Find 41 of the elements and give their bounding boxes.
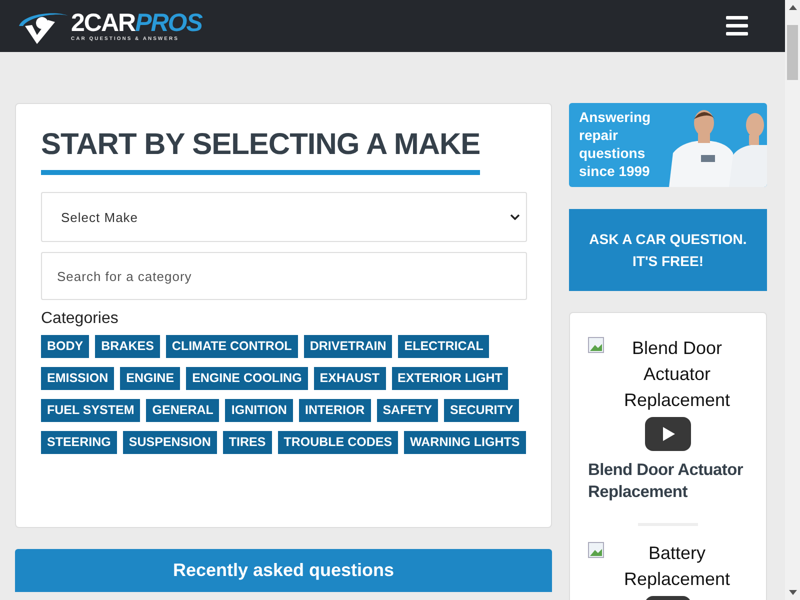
- scrollbar-thumb[interactable]: [787, 25, 798, 80]
- logo-wordmark[interactable]: 2CARPROS: [71, 10, 202, 36]
- scroll-up-icon[interactable]: [788, 5, 796, 10]
- page-heading: START BY SELECTING A MAKE: [41, 128, 480, 175]
- category-tag[interactable]: BRAKES: [95, 335, 160, 358]
- category-tag[interactable]: BODY: [41, 335, 90, 358]
- category-tag[interactable]: ENGINE COOLING: [186, 367, 308, 390]
- category-tag[interactable]: ELECTRICAL: [398, 335, 490, 358]
- menu-icon[interactable]: [726, 16, 748, 36]
- category-tag[interactable]: EXHAUST: [314, 367, 386, 390]
- categories-label: Categories: [41, 310, 120, 328]
- make-select[interactable]: Select Make: [41, 192, 527, 242]
- category-tag[interactable]: DRIVETRAIN: [304, 335, 392, 358]
- category-tag[interactable]: ENGINE: [120, 367, 180, 390]
- category-tag[interactable]: INTERIOR: [298, 399, 371, 422]
- broken-image-icon: [588, 542, 604, 558]
- recent-questions-header: Recently asked questions: [15, 549, 552, 592]
- category-tag[interactable]: SAFETY: [376, 399, 438, 422]
- ask-question-button[interactable]: ASK A CAR QUESTION. IT'S FREE!: [569, 209, 767, 291]
- chevron-icon: [510, 214, 520, 220]
- video-thumbnail-alt-text: Battery Replacement: [622, 542, 732, 591]
- video-thumbnail-alt-text: Blend Door Actuator Replacement: [622, 337, 732, 412]
- category-tag[interactable]: EMISSION: [41, 367, 114, 390]
- category-tag[interactable]: FUEL SYSTEM: [41, 399, 140, 422]
- category-tag[interactable]: SECURITY: [444, 399, 520, 422]
- category-tag[interactable]: STEERING: [41, 431, 117, 454]
- category-tag[interactable]: EXTERIOR LIGHT: [392, 367, 508, 390]
- scroll-down-icon[interactable]: [788, 590, 796, 595]
- category-tag[interactable]: WARNING LIGHTS: [404, 431, 526, 454]
- category-search-field[interactable]: Search for a category: [41, 252, 527, 300]
- scrollbar[interactable]: [785, 0, 800, 600]
- banner-text: Answering repair questions since 1999: [579, 108, 652, 180]
- category-tag[interactable]: SUSPENSION: [122, 431, 217, 454]
- category-tag[interactable]: GENERAL: [146, 399, 220, 422]
- category-tag[interactable]: IGNITION: [225, 399, 293, 422]
- play-icon[interactable]: [645, 417, 691, 451]
- category-tag[interactable]: CLIMATE CONTROL: [166, 335, 298, 358]
- category-tag[interactable]: TROUBLE CODES: [278, 431, 398, 454]
- category-tag[interactable]: TIRES: [222, 431, 272, 454]
- broken-image-icon: [588, 337, 604, 353]
- video-title[interactable]: Blend Door Actuator Replacement: [588, 459, 748, 503]
